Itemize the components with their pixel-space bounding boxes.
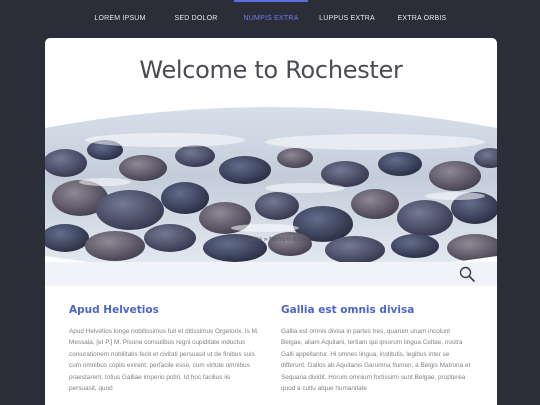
nav-item-luppus-extra[interactable]: LUPPUS EXTRA (318, 0, 376, 38)
content-column-right: Gallia est omnis divisa Gallia est omnis… (281, 304, 471, 394)
top-navigation: LOREM IPSUM SED DOLOR NUMPIS EXTRA LUPPU… (0, 0, 540, 38)
nav-item-extra-orbis[interactable]: EXTRA ORBIS (396, 0, 448, 38)
content-card: Welcome to Rochester Startseite » Numpis… (45, 38, 497, 405)
section-heading: Apud Helvetios (69, 304, 159, 316)
section-text: Apud Helvetios longe nobilissimus fuit e… (69, 328, 259, 393)
nav-item-numpis-extra[interactable]: NUMPIS EXTRA (234, 0, 308, 38)
nav-item-lorem-ipsum[interactable]: LOREM IPSUM (92, 0, 148, 38)
breadcrumb: Startseite » Numpis extra (234, 236, 308, 243)
search-icon[interactable] (459, 266, 475, 282)
section-heading: Gallia est omnis divisa (281, 304, 415, 316)
content-column-left: Apud Helvetios Apud Helvetios longe nobi… (69, 304, 259, 394)
search-bar[interactable] (45, 262, 497, 286)
nav-item-sed-dolor[interactable]: SED DOLOR (170, 0, 222, 38)
section-text: Gallia est omnis divisa in partes tres, … (281, 328, 471, 393)
hero-image (45, 107, 497, 273)
